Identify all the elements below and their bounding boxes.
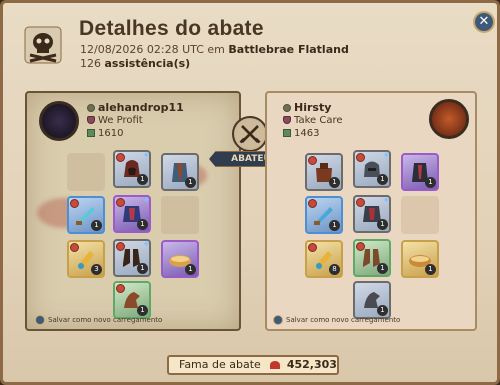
armor-slot[interactable]: ✦ 1	[113, 195, 151, 233]
main-hand-slot[interactable]: 1	[67, 196, 105, 234]
cape-slot[interactable]: 1	[401, 153, 439, 191]
cape-slot[interactable]: 1	[161, 153, 199, 191]
killer-avatar[interactable]	[39, 101, 79, 141]
food-slot[interactable]: 1	[161, 240, 199, 278]
potion-slot[interactable]: 8	[305, 240, 343, 278]
killer-save-loadout[interactable]: Salvar como novo carregamento	[35, 315, 162, 325]
victim-guild: Take Care	[294, 115, 343, 126]
victim-card: Hirsty Take Care 1463 1 ✦ 1 1 1 ✦ 1 8 1 …	[265, 91, 477, 331]
item-count: 1	[377, 174, 388, 185]
item-count: 3	[91, 264, 102, 275]
killer-save-label: Salvar como novo carregamento	[48, 316, 163, 324]
assist-count: 126	[80, 57, 101, 70]
shoes-slot[interactable]: ✦ 1	[113, 239, 151, 277]
killer-card: alehandrop11 We Profit 1610 ✦ 1 1 1 ✦ 1	[25, 91, 241, 331]
player-icon	[87, 104, 95, 112]
item-power-icon	[283, 129, 291, 137]
mount-slot[interactable]: 1	[113, 281, 151, 319]
item-count: 1	[329, 220, 340, 231]
item-count: 1	[425, 177, 436, 188]
item-count: 1	[137, 219, 148, 230]
victim-ip-row: 1463	[283, 128, 319, 139]
mount-slot[interactable]: 1	[353, 281, 391, 319]
killer-guild-row: We Profit	[87, 115, 143, 126]
killer-name: alehandrop11	[98, 101, 184, 114]
killer-name-row: alehandrop11	[87, 101, 184, 114]
victim-save-label: Salvar como novo carregamento	[286, 316, 401, 324]
kill-datetime-location: 12/08/2026 02:28 UTC em Battlebrae Flatl…	[80, 43, 349, 56]
guild-icon	[87, 116, 95, 124]
item-count: 1	[185, 264, 196, 275]
item-count: 1	[329, 177, 340, 188]
victim-ip: 1463	[294, 128, 320, 139]
item-count: 1	[377, 219, 388, 230]
victim-save-loadout[interactable]: Salvar como novo carregamento	[273, 315, 400, 325]
food-slot[interactable]: 1	[401, 240, 439, 278]
armor-slot[interactable]: ✦ 1	[353, 195, 391, 233]
potion-slot[interactable]: 3	[67, 240, 105, 278]
close-icon: ✕	[478, 14, 490, 29]
save-icon	[35, 315, 45, 325]
victim-avatar[interactable]	[429, 99, 469, 139]
item-count: 1	[91, 220, 102, 231]
crossed-swords-icon	[232, 116, 268, 152]
bag-slot-empty	[67, 153, 105, 191]
head-slot[interactable]: ✦ 1	[353, 150, 391, 188]
fame-value: 452,303	[286, 358, 337, 371]
item-count: 1	[425, 264, 436, 275]
item-count: 1	[137, 174, 148, 185]
kill-fame-bar: Fama de abate 452,303	[167, 355, 339, 375]
assist-info: 126 assistência(s)	[80, 57, 190, 70]
item-count: 1	[377, 263, 388, 274]
killer-ip-row: 1610	[87, 128, 123, 139]
bag-slot[interactable]: 1	[305, 153, 343, 191]
shoes-slot[interactable]: 1	[353, 239, 391, 277]
kill-details-panel: Detalhes do abate 12/08/2026 02:28 UTC e…	[0, 0, 500, 385]
off-hand-slot-empty	[401, 196, 439, 234]
victim-name-row: Hirsty	[283, 101, 331, 114]
item-power-icon	[87, 129, 95, 137]
item-count: 1	[185, 177, 196, 188]
off-hand-slot-empty	[161, 196, 199, 234]
guild-icon	[283, 116, 291, 124]
close-button[interactable]: ✕	[473, 11, 495, 33]
fame-label: Fama de abate	[179, 358, 261, 371]
item-count: 8	[329, 264, 340, 275]
page-title: Detalhes do abate	[79, 17, 264, 40]
killer-ip: 1610	[98, 128, 124, 139]
item-count: 1	[137, 263, 148, 274]
save-icon	[273, 315, 283, 325]
killer-guild: We Profit	[98, 115, 143, 126]
kill-datetime: 12/08/2026 02:28 UTC em	[80, 43, 225, 56]
player-icon	[283, 104, 291, 112]
victim-name: Hirsty	[294, 101, 332, 114]
kill-location: Battlebrae Flatland	[228, 43, 349, 56]
victim-guild-row: Take Care	[283, 115, 343, 126]
assist-label: assistência(s)	[104, 57, 191, 70]
main-hand-slot[interactable]: 1	[305, 196, 343, 234]
skull-crossbones-icon	[24, 26, 62, 64]
head-slot[interactable]: ✦ 1	[113, 150, 151, 188]
fame-icon	[270, 361, 281, 369]
